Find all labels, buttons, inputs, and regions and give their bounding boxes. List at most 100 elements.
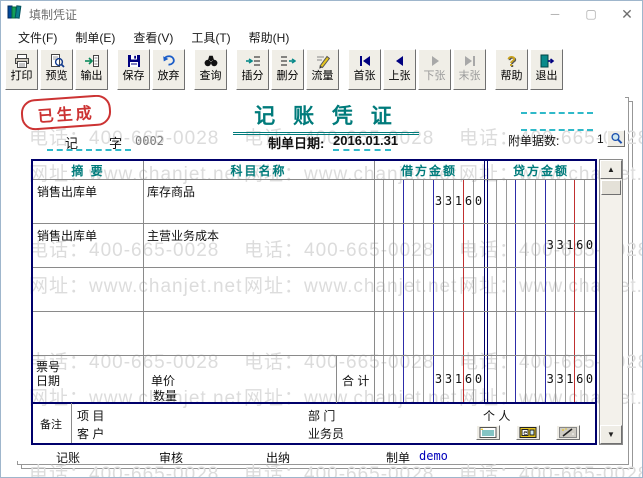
save-icon	[126, 52, 142, 70]
toolbar-insert-row-button[interactable]: 插分	[236, 49, 269, 90]
quantity-label: 数量	[153, 387, 177, 404]
toolbar-exit-button[interactable]: 退出	[530, 49, 563, 90]
ledger-cell: 3	[434, 179, 444, 223]
toolbar-help-button[interactable]: ?帮助	[495, 49, 528, 90]
ledger-cell: 1	[566, 223, 576, 267]
maximize-button[interactable]: ▢	[576, 4, 606, 24]
ledger-cell: 0	[474, 179, 484, 223]
scroll-down-button[interactable]: ▼	[600, 425, 622, 444]
prepare-date-value[interactable]: 2016.01.31	[333, 133, 398, 148]
toolbar-next-button: 下张	[418, 49, 451, 90]
menu-item-1[interactable]: 制单(E)	[66, 27, 124, 48]
minimize-button[interactable]: ─	[540, 4, 570, 24]
ledger-cell	[516, 223, 526, 267]
debit-credit-divider-a	[484, 161, 485, 403]
toolbar-cashflow-pen-button[interactable]: 流量	[306, 49, 339, 90]
toolbar-delete-row-button[interactable]: 删分	[271, 49, 304, 90]
note-label: 备注	[40, 416, 62, 432]
table-header-1: 科目名称	[143, 161, 374, 179]
ledger-cell	[414, 355, 424, 403]
menu-item-0[interactable]: 文件(F)	[9, 27, 66, 48]
toolbar-last-button: 末张	[453, 49, 486, 90]
close-button[interactable]: ✕	[612, 4, 642, 24]
ledger-cell: 1	[566, 355, 576, 403]
title-bar: 填制凭证 ─ ▢ ✕	[1, 1, 642, 27]
ledger-cell	[404, 179, 414, 223]
toolbar-button-label: 插分	[242, 70, 264, 83]
note-wand-button[interactable]	[556, 425, 580, 440]
row-1-credit-amount: 33160	[487, 223, 595, 267]
ledger-cell	[536, 355, 546, 403]
toolbar-preview-button[interactable]: 预览	[40, 49, 73, 90]
ledger-cell: 1	[454, 179, 464, 223]
total-credit-amount: 33160	[487, 355, 595, 403]
cashflow-pen-icon	[315, 52, 331, 70]
ledger-cell: 0	[585, 355, 595, 403]
voucher-title: 记 账 凭 证	[233, 100, 419, 135]
exit-icon	[539, 52, 555, 70]
bookkeeper-label: 记账	[56, 449, 80, 466]
ledger-cell	[507, 355, 517, 403]
ledger-cell	[497, 223, 507, 267]
scroll-up-button[interactable]: ▲	[600, 160, 622, 179]
note-doc-button[interactable]	[476, 425, 500, 440]
ledger-cell: 3	[444, 179, 454, 223]
cashier-label: 出纳	[266, 449, 290, 466]
toolbar-group-3: 插分删分流量	[236, 49, 339, 90]
ledger-cell	[526, 223, 536, 267]
ledger-cell	[424, 355, 434, 403]
toolbar-first-button[interactable]: 首张	[348, 49, 381, 90]
toolbar-button-label: 查询	[200, 70, 222, 83]
row-divider-1	[33, 267, 595, 268]
toolbar-button-label: 上张	[389, 70, 411, 83]
project-label: 项 目	[77, 407, 104, 424]
toolbar-button-label: 放弃	[158, 70, 180, 83]
toolbar-button-label: 帮助	[501, 70, 523, 83]
total-label-divider	[336, 355, 337, 403]
toolbar-save-button[interactable]: 保存	[117, 49, 150, 90]
toolbar-group-2: 查询	[194, 49, 227, 90]
date-row-label: 日期	[36, 372, 60, 389]
toolbar-button-label: 下张	[424, 70, 446, 83]
toolbar-undo-button[interactable]: 放弃	[152, 49, 185, 90]
toolbar-button-label: 流量	[312, 70, 334, 83]
ledger-cell	[507, 223, 517, 267]
salesperson-label: 业务员	[308, 425, 344, 442]
row-1-summary[interactable]: 销售出库单	[33, 227, 147, 244]
note-card-button[interactable]: e	[516, 425, 540, 440]
next-icon	[427, 52, 443, 70]
first-icon	[357, 52, 373, 70]
ledger-cell: 0	[585, 223, 595, 267]
scrollbar-thumb[interactable]	[601, 180, 621, 195]
row-0-account[interactable]: 库存商品	[143, 183, 378, 200]
toolbar-prev-button[interactable]: 上张	[383, 49, 416, 90]
toolbar-group-5: ?帮助退出	[495, 49, 563, 90]
row-1-account[interactable]: 主营业务成本	[143, 227, 378, 244]
menu-item-3[interactable]: 工具(T)	[182, 27, 239, 48]
toolbar: 打印预览输出保存放弃查询插分删分流量首张上张下张末张?帮助退出	[1, 47, 642, 95]
toolbar-binoculars-button[interactable]: 查询	[194, 49, 227, 90]
menu-item-4[interactable]: 帮助(H)	[240, 27, 299, 48]
voucher-table: 摘 要科目名称借方金额贷方金额销售出库单库存商品33160销售出库单主营业务成本…	[31, 159, 597, 445]
toolbar-export-button[interactable]: 输出	[75, 49, 108, 90]
attachments-label: 附单据数:	[508, 132, 559, 149]
auditor-label: 审核	[159, 449, 183, 466]
attachments-zoom-button[interactable]	[607, 130, 625, 147]
table-scrollbar[interactable]: ▲ ▼	[599, 159, 623, 445]
menu-item-2[interactable]: 查看(V)	[124, 27, 182, 48]
ledger-cell: 3	[546, 223, 556, 267]
generated-stamp: 已生成	[20, 94, 112, 131]
department-label: 部 门	[308, 407, 335, 424]
help-icon: ?	[507, 52, 516, 70]
voucher-number[interactable]: 0002	[135, 134, 164, 148]
ledger-cell: 3	[556, 355, 566, 403]
ledger-cell: 0	[474, 355, 484, 403]
dashed-underline-2	[521, 129, 593, 131]
ledger-cell: 1	[454, 355, 464, 403]
attachments-count[interactable]: 1	[597, 132, 604, 146]
toolbar-group-1: 保存放弃	[117, 49, 185, 90]
row-0-summary[interactable]: 销售出库单	[33, 183, 147, 200]
table-header-0: 摘 要	[33, 161, 143, 179]
toolbar-printer-button[interactable]: 打印	[5, 49, 38, 90]
svg-text:e: e	[523, 429, 527, 437]
